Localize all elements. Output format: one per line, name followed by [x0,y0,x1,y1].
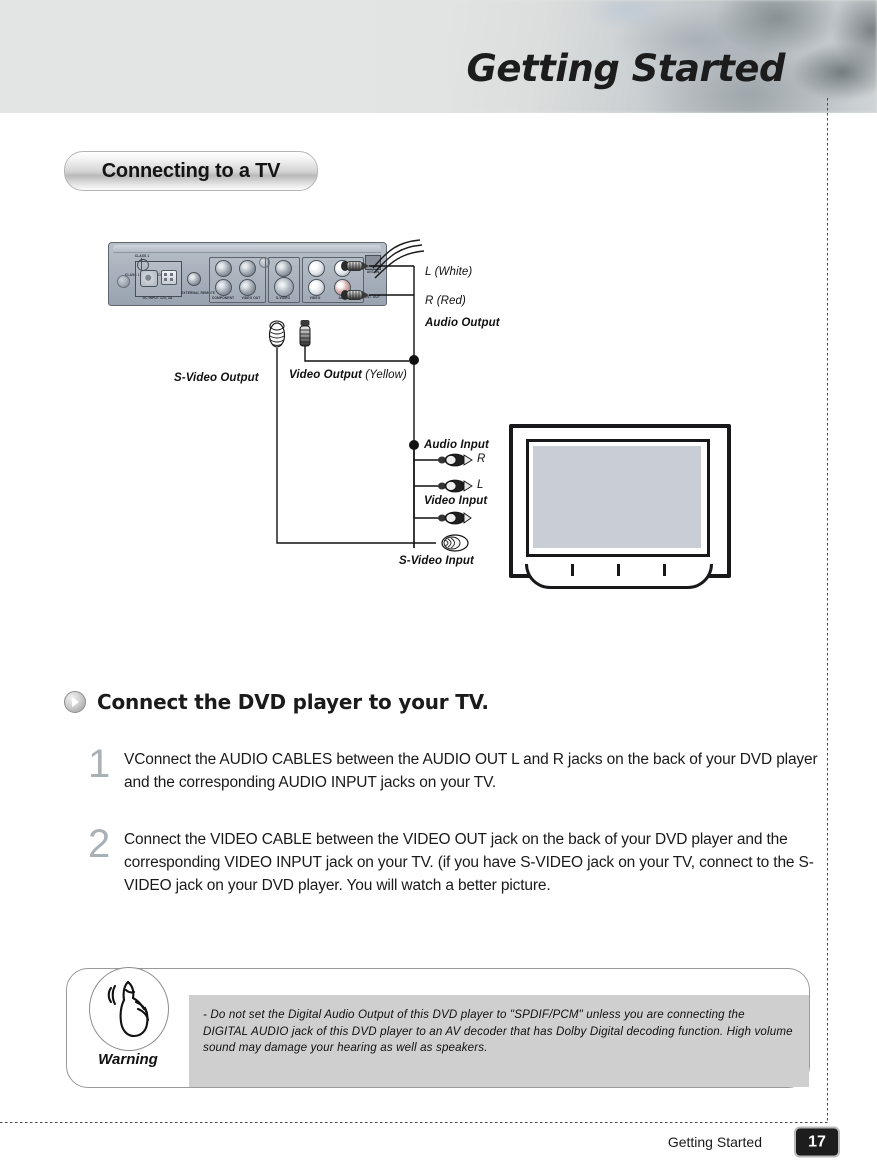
label-video-output-color: (Yellow) [365,369,407,381]
tv-base-divider-3 [663,564,666,576]
section-heading-text: Connect the DVD player to your TV. [97,690,489,714]
component-jack-pb [239,260,256,277]
tv-inner-bezel [526,439,710,557]
step-number: 2 [88,822,111,866]
panel-label-component: COMPONENT [211,296,235,300]
instruction-step: 1 VConnect the AUDIO CABLES between the … [88,742,828,794]
component-jack-extra [239,279,256,296]
connection-diagram: CLASS 1 CLASS 1 LASER PRODUCT DC INPUT 1… [0,228,877,618]
warning-callout: Warning - Do not set the Digital Audio O… [66,965,810,1088]
panel-label-ant-in: ANT. IN [366,270,380,274]
step-text: Connect the VIDEO CABLE between the VIDE… [124,831,814,894]
warning-label: Warning [98,1051,158,1068]
panel-label-video: VIDEO [309,296,321,300]
label-s-video-input: S-Video Input [399,555,474,567]
tv-input-junction-dot [409,440,419,450]
page-header-banner: Getting Started [0,0,877,113]
label-video-output-text: Video Output [289,369,362,381]
label-audio-output: Audio Output [425,317,500,329]
crossed-fingers-hand-icon [107,980,150,1038]
step-number: 1 [88,742,111,786]
panel-label-video-out: VIDEO OUT [241,296,261,300]
antenna-in-jack [365,255,381,270]
component-jack-pr [215,279,232,296]
instruction-step: 2 Connect the VIDEO CABLE between the VI… [88,822,848,897]
panel-label-audio: AUDIO [338,296,350,300]
section-pill-label: Connecting to a TV [101,159,281,182]
section-pill: Connecting to a TV [64,151,318,191]
vertical-dotted-guide [827,98,828,1122]
label-audio-right-red: R (Red) [425,295,466,307]
horizontal-dotted-guide [0,1122,828,1123]
external-remote-jack [187,272,201,286]
warning-message-box: - Do not set the Digital Audio Output of… [189,995,809,1087]
audio-output-left-jack [334,260,351,277]
label-input-l: L [477,479,484,491]
tv-input-connector-s-video [441,534,469,552]
dc-input-connector [161,270,177,285]
label-video-output: Video Output (Yellow) [289,369,407,381]
panel-label-external-remote: EXTERNAL REMOTE [181,291,216,295]
label-audio-left-white: L (White) [425,266,473,278]
warning-circle-border [89,967,169,1051]
panel-label-s-video: S-VIDEO [275,296,291,300]
tv-input-connector-video [438,511,472,525]
section-heading: Connect the DVD player to your TV. [64,690,489,714]
video-output-jack [308,260,325,277]
video-plug-output [299,320,311,347]
label-input-r: R [477,453,486,465]
page-title: Getting Started [466,47,785,90]
tv-input-connector-r [438,453,473,467]
dvd-player-rear-panel: CLASS 1 CLASS 1 LASER PRODUCT DC INPUT 1… [108,242,387,306]
dvd-panel-top-edge [113,245,381,253]
footer-section-name: Getting Started [667,1134,762,1150]
tv-base-divider-1 [571,564,574,576]
tv-base-divider-2 [617,564,620,576]
s-video-extra-jack [275,260,292,277]
component-jack-y [215,260,232,277]
tv-input-connector-l [438,479,473,493]
dc-input-jack [140,270,158,287]
video-cable-run [304,346,409,362]
tv-input-leader-lines [413,445,440,519]
label-video-input: Video Input [424,495,488,507]
step-text: VConnect the AUDIO CABLES between the AU… [124,751,818,791]
header-gradient-overlay [0,0,460,113]
panel-label-laser-top: CLASS 1 [134,254,150,258]
audio-junction-dot [409,355,419,365]
label-s-video-output: S-Video Output [174,372,259,384]
video-output-jack-2 [308,279,325,296]
panel-label-ant-out: ANT. OUT [363,295,380,299]
s-video-output-jack [274,277,294,297]
tv-outer-bezel [509,424,731,578]
s-video-plug-output [268,320,286,348]
tv-screen [533,446,701,548]
play-bullet-icon [64,691,86,713]
panel-label-dc-input: DC INPUT 12V, 3A [142,296,173,300]
warning-icon-group: Warning [89,965,169,1083]
warning-message-text: - Do not set the Digital Audio Output of… [203,1008,793,1054]
audio-output-right-jack [334,279,351,296]
label-audio-input: Audio Input [424,439,489,451]
television-illustration [509,424,731,589]
footer-page-number: 17 [794,1126,840,1158]
